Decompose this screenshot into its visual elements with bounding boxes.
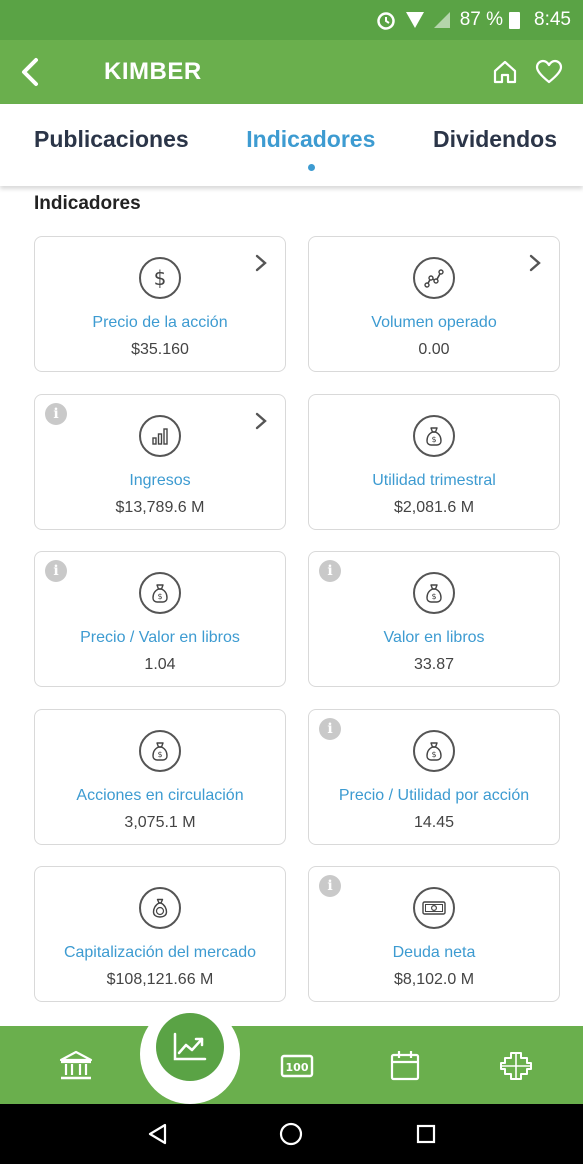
card-value: $35.160 xyxy=(131,341,189,358)
card-precio-accion[interactable]: $ Precio de la acción $35.160 xyxy=(34,236,286,372)
card-value: $108,121.66 M xyxy=(106,971,214,988)
card-label: Acciones en circulación xyxy=(76,787,244,804)
clock-text: 8:45 xyxy=(534,9,571,30)
info-icon[interactable]: i xyxy=(319,875,341,897)
tab-publicaciones[interactable]: Publicaciones xyxy=(34,104,189,186)
system-nav-bar xyxy=(0,1104,583,1164)
card-ingresos[interactable]: i Ingresos $13,789.6 M xyxy=(34,394,286,530)
card-label: Precio / Valor en libros xyxy=(80,629,240,646)
wifi-icon xyxy=(405,12,424,28)
chevron-right-icon[interactable] xyxy=(253,253,269,273)
svg-text:100: 100 xyxy=(286,1061,309,1074)
bar-chart-icon xyxy=(139,415,181,457)
card-volumen-operado[interactable]: Volumen operado 0.00 xyxy=(308,236,560,372)
svg-text:$: $ xyxy=(431,592,436,601)
chevron-right-icon[interactable] xyxy=(253,411,269,431)
back-arrow-icon[interactable] xyxy=(0,40,60,104)
heart-icon[interactable] xyxy=(529,52,569,92)
info-icon[interactable]: i xyxy=(319,560,341,582)
card-value: 1.04 xyxy=(144,656,176,673)
battery-icon xyxy=(509,11,521,29)
app-title: KIMBER xyxy=(104,58,202,85)
card-label: Valor en libros xyxy=(383,629,485,646)
card-value: 0.00 xyxy=(418,341,450,358)
info-icon[interactable]: i xyxy=(45,403,67,425)
card-label: Capitalización del mercado xyxy=(63,944,257,961)
bank-icon[interactable] xyxy=(56,1046,96,1086)
card-value: 33.87 xyxy=(413,656,455,673)
card-label: Deuda neta xyxy=(392,944,476,961)
svg-text:$: $ xyxy=(431,435,436,444)
money-bag-icon: $ xyxy=(139,572,181,614)
info-icon[interactable]: i xyxy=(45,560,67,582)
line-chart-icon xyxy=(413,257,455,299)
info-icon[interactable]: i xyxy=(319,718,341,740)
card-value: $13,789.6 M xyxy=(115,499,205,516)
section-title: Indicadores xyxy=(34,193,141,214)
card-label: Volumen operado xyxy=(371,314,497,331)
card-value: 14.45 xyxy=(413,814,455,831)
money-bag-icon: $ xyxy=(413,730,455,772)
system-home-icon[interactable] xyxy=(273,1116,309,1152)
svg-text:$: $ xyxy=(431,750,436,759)
card-deuda-neta[interactable]: i Deuda neta $8,102.0 M xyxy=(308,866,560,1002)
home-icon[interactable] xyxy=(485,52,525,92)
card-value: 3,075.1 M xyxy=(124,814,196,831)
battery-text: 87 % xyxy=(459,9,504,30)
card-valor-libros[interactable]: i $ Valor en libros 33.87 xyxy=(308,551,560,687)
money-bag-icon: $ xyxy=(413,415,455,457)
card-label: Ingresos xyxy=(129,472,191,489)
globe-puzzle-icon[interactable] xyxy=(496,1046,536,1086)
card-value: $2,081.6 M xyxy=(393,499,475,516)
system-recents-icon[interactable] xyxy=(408,1116,444,1152)
tab-bar: Publicaciones Indicadores Dividendos xyxy=(0,104,583,186)
card-value: $8,102.0 M xyxy=(393,971,475,988)
coin-bag-icon xyxy=(139,887,181,929)
money-bag-icon: $ xyxy=(413,572,455,614)
svg-text:$: $ xyxy=(157,750,162,759)
ticker-icon[interactable]: 100 xyxy=(277,1046,317,1086)
dollar-icon: $ xyxy=(139,257,181,299)
app-actions xyxy=(481,52,583,92)
money-bag-icon: $ xyxy=(139,730,181,772)
status-bar: 87 % 8:45 xyxy=(0,0,583,40)
card-label: Utilidad trimestral xyxy=(372,472,496,489)
app-bar: KIMBER xyxy=(0,40,583,104)
bottom-nav: 100 xyxy=(0,1004,583,1104)
alarm-icon xyxy=(376,10,396,30)
card-precio-valor-libros[interactable]: i $ Precio / Valor en libros 1.04 xyxy=(34,551,286,687)
svg-text:$: $ xyxy=(154,266,167,290)
card-capitalizacion-mercado[interactable]: Capitalización del mercado $108,121.66 M xyxy=(34,866,286,1002)
chevron-right-icon[interactable] xyxy=(527,253,543,273)
tab-indicadores[interactable]: Indicadores xyxy=(246,104,375,186)
card-label: Precio / Utilidad por acción xyxy=(338,787,530,804)
card-precio-utilidad-accion[interactable]: i $ Precio / Utilidad por acción 14.45 xyxy=(308,709,560,845)
card-acciones-circulacion[interactable]: $ Acciones en circulación 3,075.1 M xyxy=(34,709,286,845)
card-label: Precio de la acción xyxy=(92,314,228,331)
active-tab-dot xyxy=(307,164,315,171)
signal-icon xyxy=(433,12,450,28)
banknote-icon xyxy=(413,887,455,929)
trend-chart-icon[interactable] xyxy=(156,1013,224,1081)
tab-dividendos[interactable]: Dividendos xyxy=(433,104,557,186)
calendar-icon[interactable] xyxy=(385,1046,425,1086)
card-utilidad-trimestral[interactable]: $ Utilidad trimestral $2,081.6 M xyxy=(308,394,560,530)
system-back-icon[interactable] xyxy=(139,1116,175,1152)
svg-text:$: $ xyxy=(157,592,162,601)
